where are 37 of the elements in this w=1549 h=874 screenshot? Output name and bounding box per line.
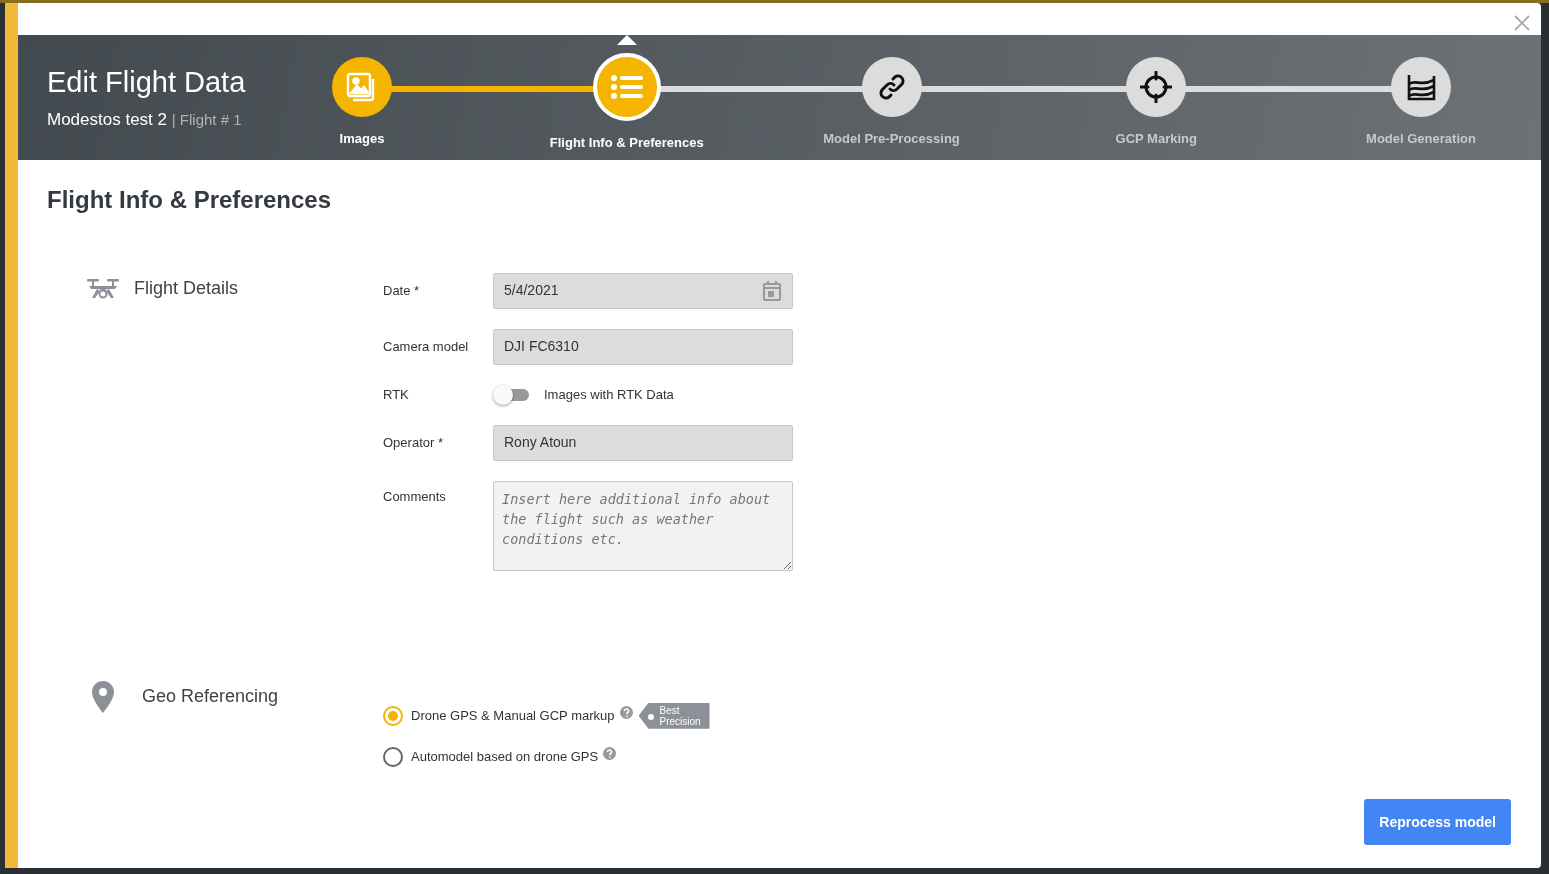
step-circle[interactable] [1391, 57, 1451, 117]
radio-button[interactable] [383, 705, 403, 726]
precision-tag: Best Precision [638, 702, 710, 729]
reprocess-button[interactable]: Reprocess model [1364, 799, 1511, 845]
field-label: Date * [383, 282, 421, 301]
comments-field[interactable]: Insert here additional info about the flight such as weather conditions etc. [493, 480, 793, 571]
dialog-title: Edit Flight Data [47, 65, 247, 99]
list-icon [609, 74, 644, 100]
step-label: GCP Marking [1115, 130, 1197, 148]
input-field[interactable]: DJI FC6310 [493, 328, 793, 365]
step-label: Images [339, 130, 385, 148]
flight-number: | Flight # 1 [171, 111, 242, 128]
help-icon[interactable] [619, 706, 633, 720]
field-label: Operator * [383, 434, 444, 453]
date-field[interactable]: 5/4/2021 [493, 272, 793, 309]
step-label: Model Generation [1366, 130, 1476, 148]
input-field[interactable]: Rony Atoun [493, 424, 793, 461]
layers-chart-icon [1406, 72, 1436, 102]
section-title: Flight Details [134, 277, 239, 301]
option-label: Automodel based on drone GPS [411, 748, 599, 767]
toggle-switch[interactable] [493, 384, 529, 405]
step-circle[interactable] [332, 57, 392, 117]
field-label: Comments [383, 487, 447, 506]
section-title: Geo Referencing [142, 685, 279, 709]
option-label: Drone GPS & Manual GCP markup [411, 707, 615, 726]
help-icon[interactable] [603, 747, 617, 761]
map-pin-icon [91, 680, 115, 713]
project-name: Modestos test 2 [47, 110, 167, 129]
crosshair-icon [1140, 71, 1173, 103]
field-label: Camera model [383, 338, 470, 357]
drone-icon [87, 276, 119, 301]
step-label: Flight Info & Preferences [549, 134, 704, 152]
page-title: Flight Info & Preferences [47, 186, 333, 215]
toggle-label: Images with RTK Data [544, 386, 674, 405]
radio-button[interactable] [383, 746, 403, 767]
step-label: Model Pre-Processing [823, 130, 960, 148]
field-label: RTK [383, 386, 410, 405]
